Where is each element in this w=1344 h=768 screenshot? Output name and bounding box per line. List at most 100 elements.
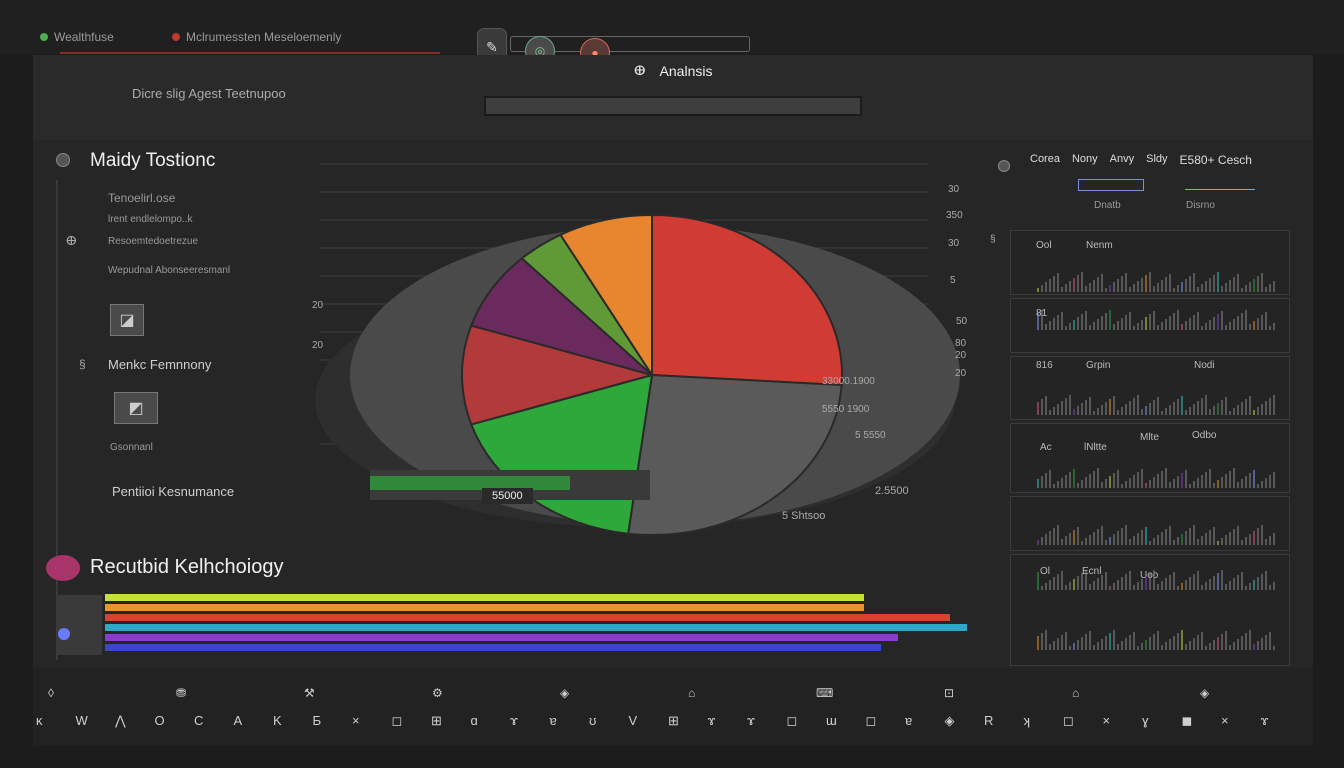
- right-sub-header-2: Disrno: [1186, 200, 1215, 211]
- y-tick-label: 350: [946, 210, 963, 221]
- chart-annotation-3: 5 5550: [855, 430, 886, 441]
- toolbar-tool-icon[interactable]: ◻: [392, 713, 403, 729]
- toolbar-icon[interactable]: ◊: [48, 686, 54, 700]
- drop-icon: ⴲ: [634, 63, 646, 78]
- legend-bar-green: [370, 476, 570, 490]
- right-filter-chip-2[interactable]: [1185, 181, 1255, 190]
- pie-chart: [315, 163, 960, 536]
- pen-icon: ✎: [486, 38, 498, 55]
- bar-series-4[interactable]: [105, 624, 967, 631]
- toolbar-tool-icon[interactable]: ɐ: [550, 713, 557, 728]
- y-tick-label: 30: [948, 238, 960, 249]
- toolbar-tool-icon[interactable]: ʊ: [589, 713, 596, 728]
- toolbar-tool-icon[interactable]: ɤ: [1261, 713, 1269, 728]
- y-tick-label: 50: [956, 316, 968, 327]
- bottom-toolbar: [33, 668, 1313, 746]
- toolbar-tool-icon[interactable]: Ƃ: [313, 713, 322, 728]
- info-dot-icon[interactable]: [58, 628, 70, 640]
- right-panel: Ool Nenm 81 816 Grpin Nodi Ac lNltte Mlt…: [1010, 230, 1290, 670]
- bars-legend-panel: [58, 595, 102, 655]
- toolbar-icon[interactable]: ⌂: [1072, 686, 1079, 700]
- toolbar-tool-icon[interactable]: V: [629, 713, 638, 728]
- right-filter-chip[interactable]: [1078, 179, 1144, 191]
- chart-annotation-2: 5550 1900: [822, 404, 870, 415]
- toolbar-tool-icon[interactable]: ɐ: [905, 713, 912, 728]
- map-thumbnail-icon[interactable]: ◩: [114, 392, 158, 424]
- toolbar-icon[interactable]: ⚒: [304, 686, 315, 700]
- toolbar-tool-icon[interactable]: O: [155, 713, 165, 728]
- toolbar-icon[interactable]: ⚙: [432, 686, 443, 700]
- right-panel-marker-icon: §: [990, 234, 996, 245]
- right-panel-sparklines: [1037, 272, 1275, 650]
- toolbar-tool-icon[interactable]: ◈: [945, 713, 955, 729]
- tab-meseloemenly[interactable]: Mclrumessten Meseloemenly: [172, 30, 341, 44]
- analysis-heading: ⴲ Analnsis: [634, 63, 713, 79]
- toolbar-tool-icon[interactable]: ×: [1221, 713, 1229, 728]
- green-dot-icon: [40, 33, 48, 41]
- toolbar-icon[interactable]: ⌨: [816, 686, 833, 700]
- pie-slice[interactable]: [651, 213, 843, 387]
- toolbar-icon[interactable]: ⛃: [176, 686, 186, 700]
- bar-series-3[interactable]: [105, 614, 950, 621]
- sidebar-item-memory[interactable]: Menkc Femnnony: [108, 357, 211, 372]
- toolbar-tool-icon[interactable]: ɤ: [510, 713, 518, 728]
- right-panel-header: Corea Nony Anvy Sldy E580+ Cesch: [1030, 153, 1252, 167]
- sidebar-rail: [56, 180, 58, 660]
- bar-series-6[interactable]: [105, 644, 881, 651]
- toolbar-tool-icon[interactable]: ɑ: [471, 713, 478, 728]
- y-tick-label: 20: [312, 300, 324, 311]
- toolbar-tool-icon[interactable]: ◻: [866, 713, 877, 729]
- link-icon: §: [79, 357, 86, 371]
- toolbar-tool-icon[interactable]: ĸ: [36, 713, 43, 728]
- toolbar-tool-icon[interactable]: ɤ: [747, 713, 755, 728]
- sidebar-item-4[interactable]: Wepudnal Abonseeresmanl: [108, 265, 230, 276]
- toolbar-tool-icon[interactable]: W: [76, 713, 88, 728]
- performance-label: Pentiioi Kesnumance: [112, 484, 235, 499]
- sidebar-item-2[interactable]: lrent endlelompo..k: [108, 214, 193, 225]
- toolbar-tool-icon[interactable]: A: [234, 713, 243, 728]
- toolbar-tool-icon[interactable]: R: [984, 713, 993, 728]
- chart-annotation-4: 2.5500: [875, 485, 909, 497]
- collapse-icon[interactable]: [56, 153, 70, 167]
- sidebar-item-1[interactable]: Tenoelirl.ose: [108, 191, 175, 205]
- section-badge-icon: [46, 555, 80, 581]
- toolbar-icon[interactable]: ⊡: [944, 686, 954, 700]
- toolbar-tool-icon[interactable]: C: [194, 713, 203, 728]
- search-input[interactable]: [484, 96, 862, 116]
- chart-annotation-5: 55000: [482, 488, 533, 504]
- active-tab-indicator: [60, 52, 440, 54]
- y-tick-label: 20: [955, 368, 967, 379]
- toolbar-tool-icon[interactable]: ⊞: [668, 713, 679, 729]
- toolbar-tool-icon[interactable]: ɯ: [826, 713, 837, 728]
- toolbar-tool-icon[interactable]: K: [273, 713, 282, 728]
- toolbar-tool-icon[interactable]: ×: [352, 713, 360, 728]
- sidebar-item-small[interactable]: Gsonnanl: [110, 442, 153, 453]
- toolbar-icon[interactable]: ◈: [560, 686, 569, 700]
- toolbar-tool-icon[interactable]: ⊞: [431, 713, 442, 729]
- chart-annotation-6: 5 Shtsoo: [782, 510, 826, 522]
- toolbar-tool-icon[interactable]: ɣ: [1142, 713, 1149, 728]
- sidebar-item-3[interactable]: Resoemtedoetrezue: [108, 236, 198, 247]
- bar-series-5[interactable]: [105, 634, 898, 641]
- toolbar-tool-icon[interactable]: ◼: [1182, 713, 1193, 729]
- toolbar-icon[interactable]: ⌂: [688, 686, 695, 700]
- y-tick-label: 20: [312, 340, 324, 351]
- toolbar-tool-icon[interactable]: ◻: [787, 713, 798, 729]
- tab-wealthfuse[interactable]: Wealthfuse: [40, 30, 114, 44]
- toolbar-tool-icon[interactable]: ⋀: [115, 713, 126, 729]
- red-dot-icon: [172, 33, 180, 41]
- image-thumbnail-icon[interactable]: ◪: [110, 304, 144, 336]
- toolbar-tool-icon[interactable]: ɤ: [708, 713, 716, 728]
- toolbar-tool-icon[interactable]: ◻: [1063, 713, 1074, 729]
- bar-series-2[interactable]: [105, 604, 864, 611]
- toolbar-icon[interactable]: ◈: [1200, 686, 1209, 700]
- sidebar-title: Maidy Tostionc: [90, 150, 216, 171]
- y-tick-label: 80: [955, 338, 967, 349]
- pin-icon: ⴲ: [66, 234, 77, 248]
- bar-series-1[interactable]: [105, 594, 864, 601]
- chart-annotation-1: 33000.1900: [822, 376, 875, 387]
- toolbar-tool-icon[interactable]: ×: [1103, 713, 1111, 728]
- right-panel-toggle-icon[interactable]: [998, 160, 1010, 172]
- y-tick-label: 20: [955, 350, 967, 361]
- toolbar-tool-icon[interactable]: ʞ: [1024, 713, 1031, 728]
